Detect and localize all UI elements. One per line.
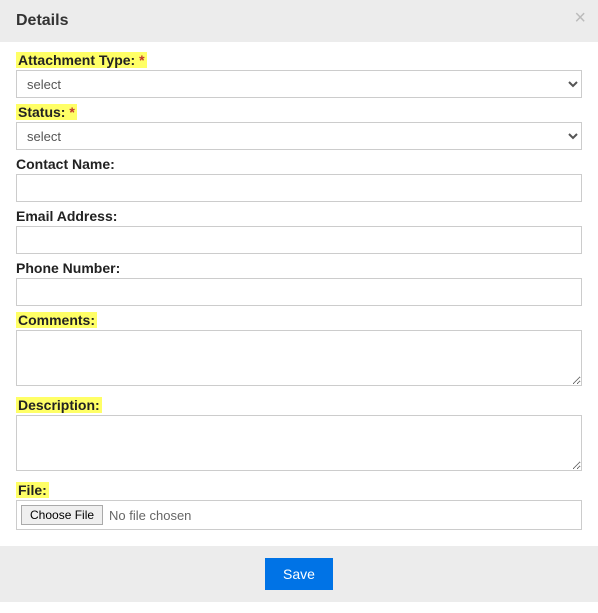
status-select[interactable]: select [16,122,582,150]
email-address-label: Email Address: [16,208,117,224]
attachment-type-select[interactable]: select [16,70,582,98]
modal-title: Details [16,12,68,29]
required-star-icon: * [69,104,74,120]
field-status: Status: * select [16,104,582,150]
modal-footer: Save [0,546,598,602]
phone-number-label: Phone Number: [16,260,120,276]
field-contact-name: Contact Name: [16,156,582,202]
contact-name-label: Contact Name: [16,156,115,172]
field-attachment-type: Attachment Type: * select [16,52,582,98]
label-text: Attachment Type: [18,52,135,68]
file-status-text: No file chosen [109,508,191,523]
required-star-icon: * [139,52,144,68]
comments-label: Comments: [16,312,97,328]
file-label: File: [16,482,49,498]
attachment-type-label: Attachment Type: * [16,52,147,68]
field-phone-number: Phone Number: [16,260,582,306]
phone-number-input[interactable] [16,278,582,306]
description-label: Description: [16,397,102,413]
close-icon[interactable]: × [574,8,586,28]
email-address-input[interactable] [16,226,582,254]
save-button[interactable]: Save [265,558,333,590]
status-label: Status: * [16,104,77,120]
modal-header: Details × [0,0,598,42]
comments-textarea[interactable] [16,330,582,386]
field-file: File: Choose File No file chosen [16,482,582,530]
field-description: Description: [16,397,582,476]
choose-file-button[interactable]: Choose File [21,505,103,525]
label-text: Status: [18,104,65,120]
field-comments: Comments: [16,312,582,391]
file-input-wrapper: Choose File No file chosen [16,500,582,530]
modal-body: Attachment Type: * select Status: * sele… [0,42,598,546]
field-email-address: Email Address: [16,208,582,254]
contact-name-input[interactable] [16,174,582,202]
description-textarea[interactable] [16,415,582,471]
